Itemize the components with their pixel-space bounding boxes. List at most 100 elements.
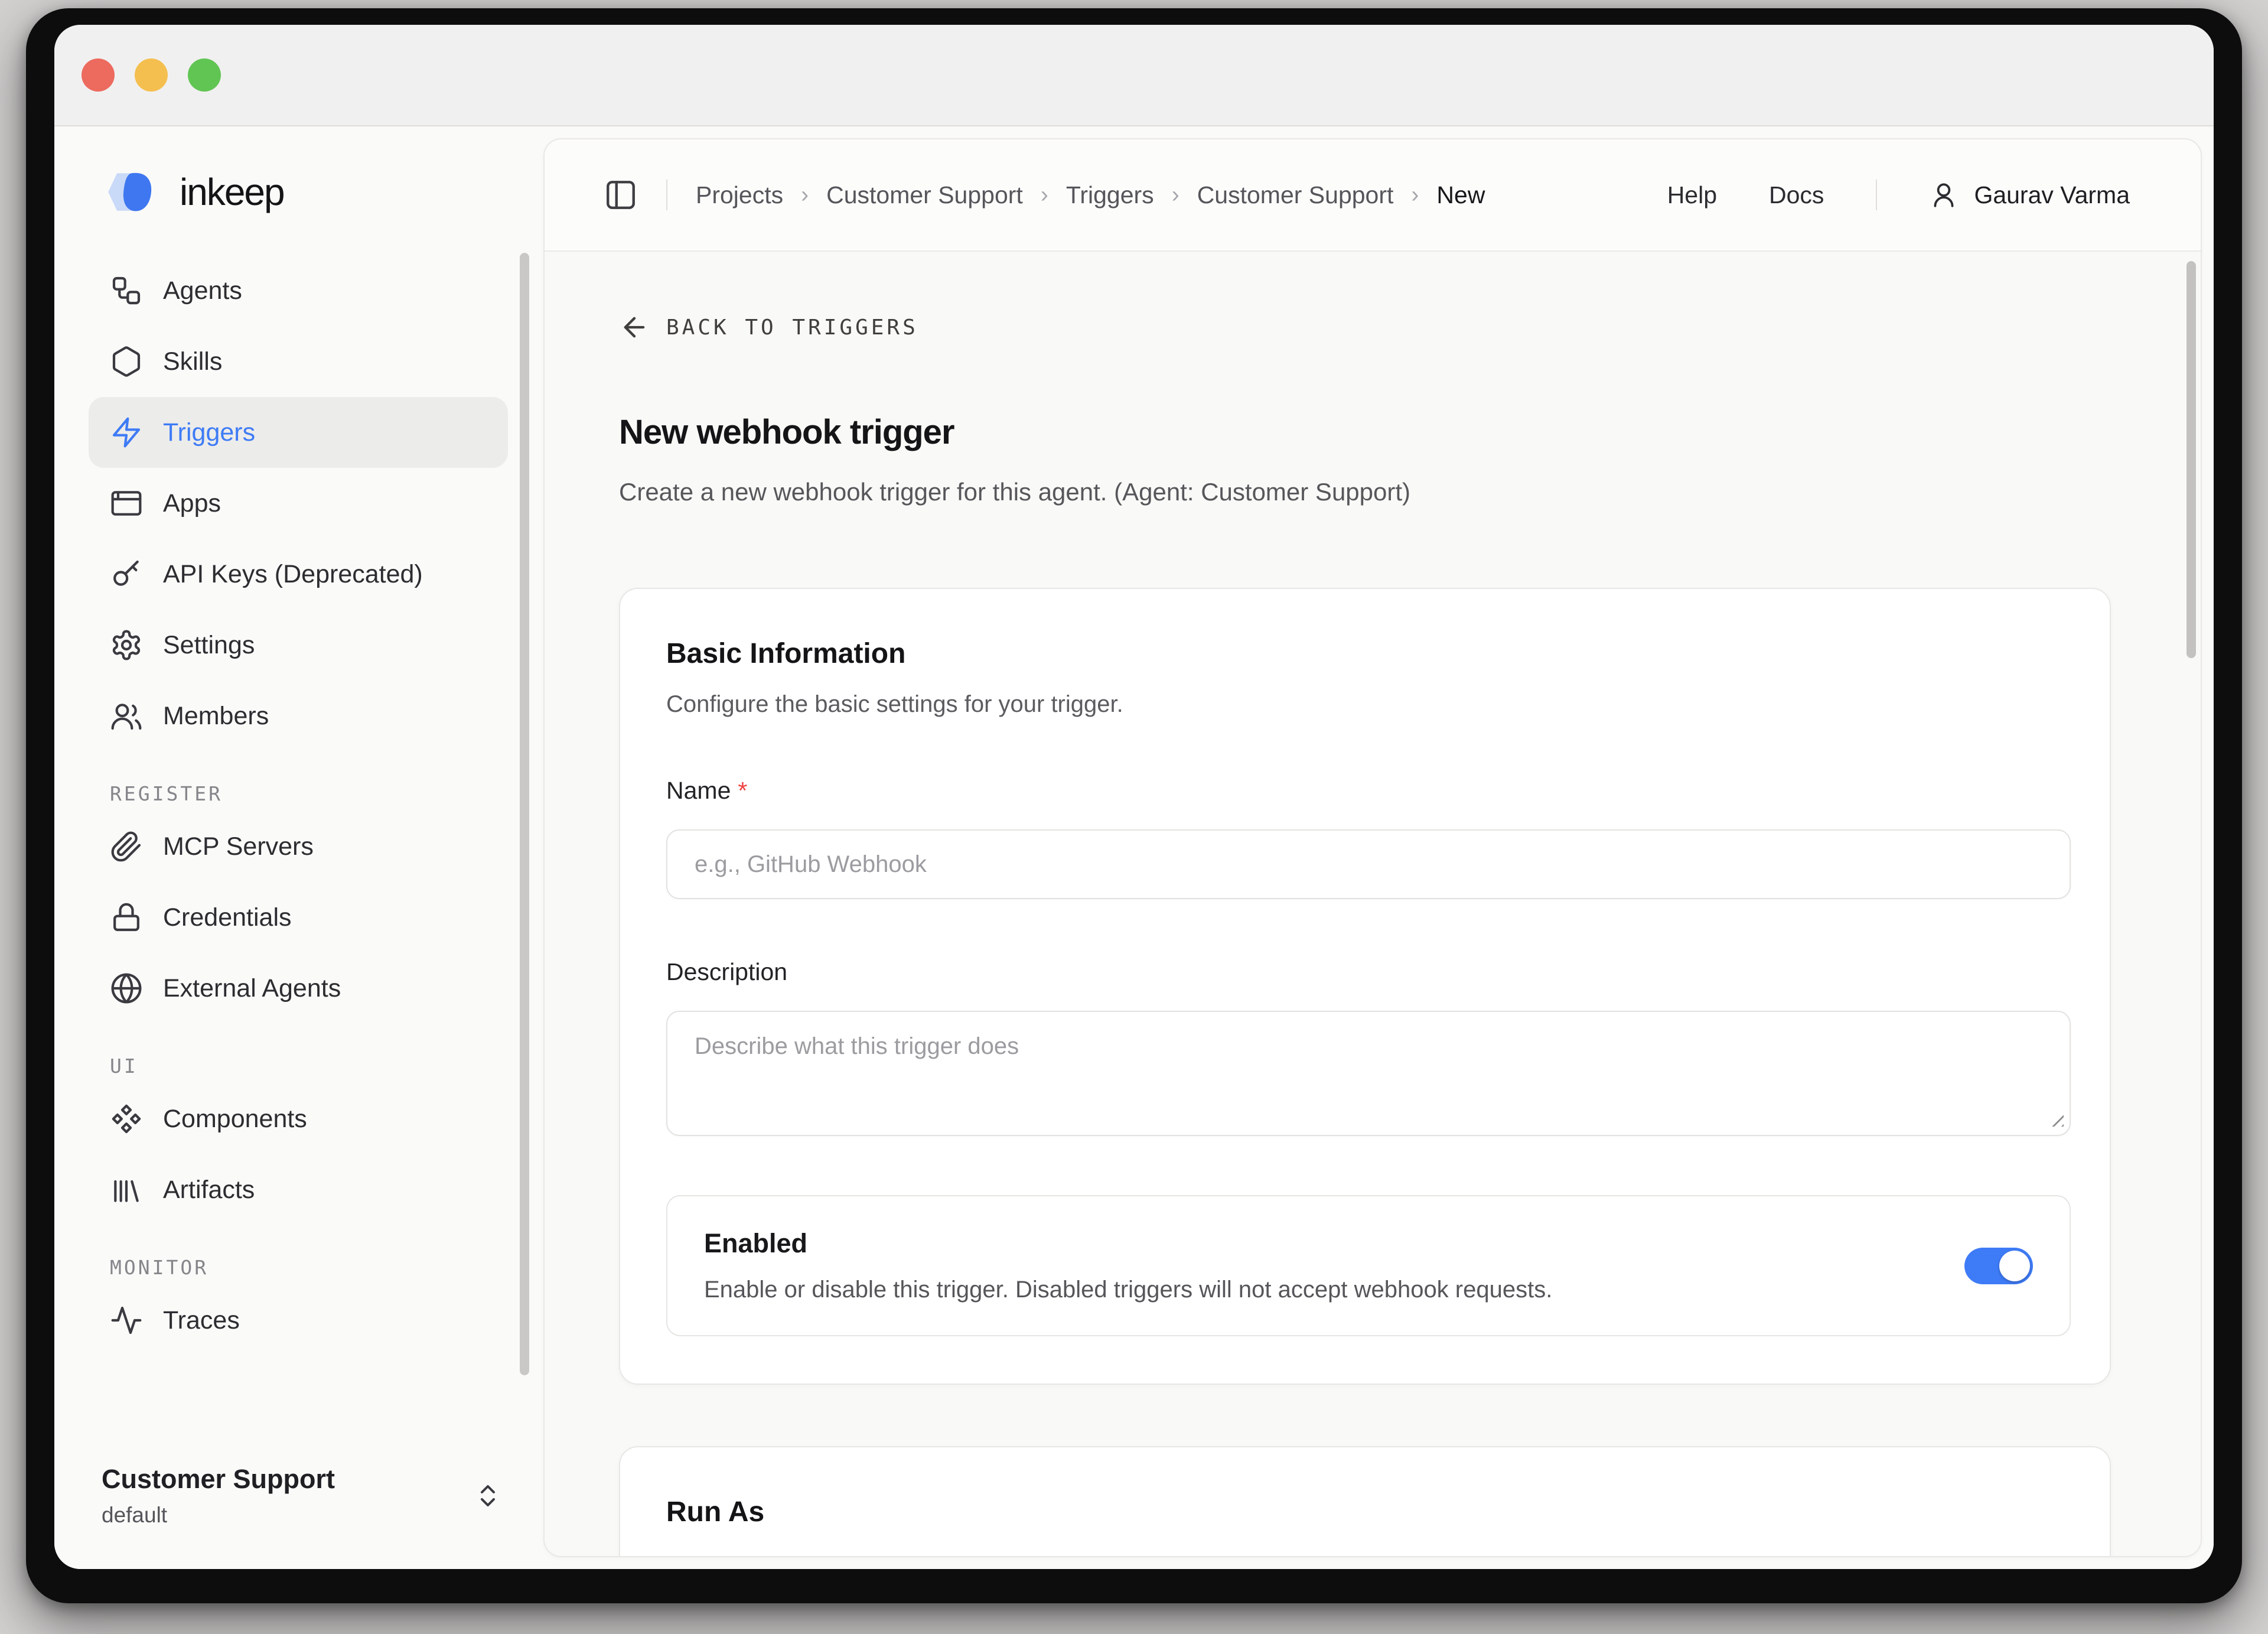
breadcrumb-separator: › [1172, 182, 1179, 208]
name-field-label: Name * [666, 777, 2071, 805]
sidebar-item-settings[interactable]: Settings [89, 610, 508, 681]
breadcrumb-triggers[interactable]: Triggers [1066, 181, 1154, 209]
enabled-setting-row: Enabled Enable or disable this trigger. … [666, 1195, 2071, 1336]
sidebar-item-traces[interactable]: Traces [89, 1285, 508, 1356]
user-menu[interactable]: Gaurav Varma [1929, 180, 2130, 210]
toggle-knob [1999, 1251, 2030, 1281]
sidebar-item-label: Components [163, 1105, 307, 1134]
sidebar-item-label: External Agents [163, 974, 341, 1003]
inkeep-logo-icon [102, 164, 168, 220]
sidebar-item-label: Settings [163, 631, 255, 660]
card-description: Configure the basic settings for your tr… [666, 691, 2071, 718]
main-panel: Projects › Customer Support › Triggers ›… [543, 138, 2202, 1557]
zap-icon [110, 416, 143, 449]
sidebar: inkeep Agents Skills [54, 126, 543, 1569]
help-link[interactable]: Help [1667, 181, 1717, 209]
component-icon [110, 1102, 143, 1135]
description-field-label: Description [666, 958, 2071, 986]
sidebar-section-monitor: MONITOR [110, 1256, 508, 1279]
page-content: BACK TO TRIGGERS New webhook trigger Cre… [545, 252, 2201, 1556]
sidebar-item-agents[interactable]: Agents [89, 255, 508, 326]
globe-icon [110, 972, 143, 1005]
header-divider [666, 180, 667, 210]
sidebar-scrollbar[interactable] [520, 253, 529, 1375]
sidebar-item-apps[interactable]: Apps [89, 468, 508, 539]
sidebar-item-label: Credentials [163, 903, 292, 932]
project-environment: default [102, 1503, 335, 1528]
sidebar-item-credentials[interactable]: Credentials [89, 882, 508, 953]
logo-wordmark: inkeep [180, 170, 284, 214]
zoom-button[interactable] [188, 58, 221, 92]
sidebar-item-external-agents[interactable]: External Agents [89, 953, 508, 1024]
sidebar-item-label: Artifacts [163, 1176, 255, 1205]
sidebar-toggle-button[interactable] [604, 178, 638, 212]
card-title: Basic Information [666, 637, 2071, 670]
minimize-button[interactable] [135, 58, 168, 92]
sidebar-item-mcp-servers[interactable]: MCP Servers [89, 811, 508, 882]
page-title: New webhook trigger [619, 412, 2111, 452]
breadcrumb-separator: › [1411, 182, 1419, 208]
basic-information-card: Basic Information Configure the basic se… [619, 588, 2111, 1385]
breadcrumb-separator: › [801, 182, 809, 208]
sidebar-item-label: MCP Servers [163, 832, 314, 861]
sidebar-item-api-keys[interactable]: API Keys (Deprecated) [89, 539, 508, 610]
back-link-label: BACK TO TRIGGERS [666, 315, 918, 340]
breadcrumb: Projects › Customer Support › Triggers ›… [696, 181, 1485, 209]
breadcrumb-separator: › [1041, 182, 1048, 208]
sidebar-item-triggers[interactable]: Triggers [89, 397, 508, 468]
sidebar-section-ui: UI [110, 1054, 508, 1078]
window-titlebar [54, 25, 2214, 126]
user-name: Gaurav Varma [1974, 181, 2130, 209]
sidebar-item-label: Members [163, 702, 269, 731]
sidebar-item-artifacts[interactable]: Artifacts [89, 1154, 508, 1225]
sidebar-item-label: API Keys (Deprecated) [163, 560, 423, 589]
lock-icon [110, 901, 143, 934]
description-textarea-wrap [666, 1011, 2071, 1136]
sidebar-item-label: Skills [163, 347, 222, 376]
users-icon [110, 699, 143, 733]
sidebar-item-label: Triggers [163, 418, 255, 447]
project-switcher[interactable]: Customer Support default [89, 1464, 508, 1528]
arrow-left-icon [619, 312, 650, 343]
breadcrumb-projects[interactable]: Projects [696, 181, 783, 209]
app-window-icon [110, 487, 143, 520]
sidebar-item-label: Traces [163, 1306, 240, 1335]
docs-link[interactable]: Docs [1769, 181, 1824, 209]
inkeep-logo[interactable]: inkeep [102, 164, 508, 220]
run-as-card: Run As Choose which user identity the tr… [619, 1446, 2111, 1556]
sidebar-section-register: REGISTER [110, 782, 508, 805]
paperclip-icon [110, 830, 143, 863]
header-divider [1876, 180, 1877, 210]
sidebar-item-members[interactable]: Members [89, 681, 508, 751]
enabled-label: Enabled [704, 1228, 1929, 1259]
enabled-toggle[interactable] [1964, 1248, 2033, 1284]
description-textarea[interactable] [666, 1011, 2071, 1136]
key-icon [110, 558, 143, 591]
user-icon [1929, 180, 1959, 210]
run-as-description: Choose which user identity the trigger s… [666, 1551, 2071, 1556]
breadcrumb-customer-support[interactable]: Customer Support [826, 181, 1023, 209]
hexagon-icon [110, 345, 143, 378]
breadcrumb-customer-support-agent[interactable]: Customer Support [1197, 181, 1394, 209]
page-subtitle: Create a new webhook trigger for this ag… [619, 478, 2111, 506]
sidebar-item-label: Apps [163, 489, 221, 518]
gear-icon [110, 629, 143, 662]
workflow-icon [110, 274, 143, 307]
sidebar-item-skills[interactable]: Skills [89, 326, 508, 397]
name-input[interactable] [666, 829, 2071, 899]
breadcrumb-bar: Projects › Customer Support › Triggers ›… [545, 139, 2201, 252]
project-name: Customer Support [102, 1464, 335, 1495]
required-asterisk: * [738, 777, 747, 805]
breadcrumb-new: New [1436, 181, 1485, 209]
chevrons-up-down-icon [474, 1482, 502, 1510]
back-to-triggers-link[interactable]: BACK TO TRIGGERS [619, 312, 2111, 343]
library-icon [110, 1173, 143, 1206]
content-scrollbar[interactable] [2186, 261, 2196, 658]
enabled-description: Enable or disable this trigger. Disabled… [704, 1277, 1929, 1303]
activity-icon [110, 1304, 143, 1337]
sidebar-item-label: Agents [163, 276, 242, 305]
app-window: inkeep Agents Skills [26, 8, 2242, 1603]
close-button[interactable] [82, 58, 115, 92]
card-title: Run As [666, 1496, 2071, 1528]
sidebar-item-components[interactable]: Components [89, 1083, 508, 1154]
